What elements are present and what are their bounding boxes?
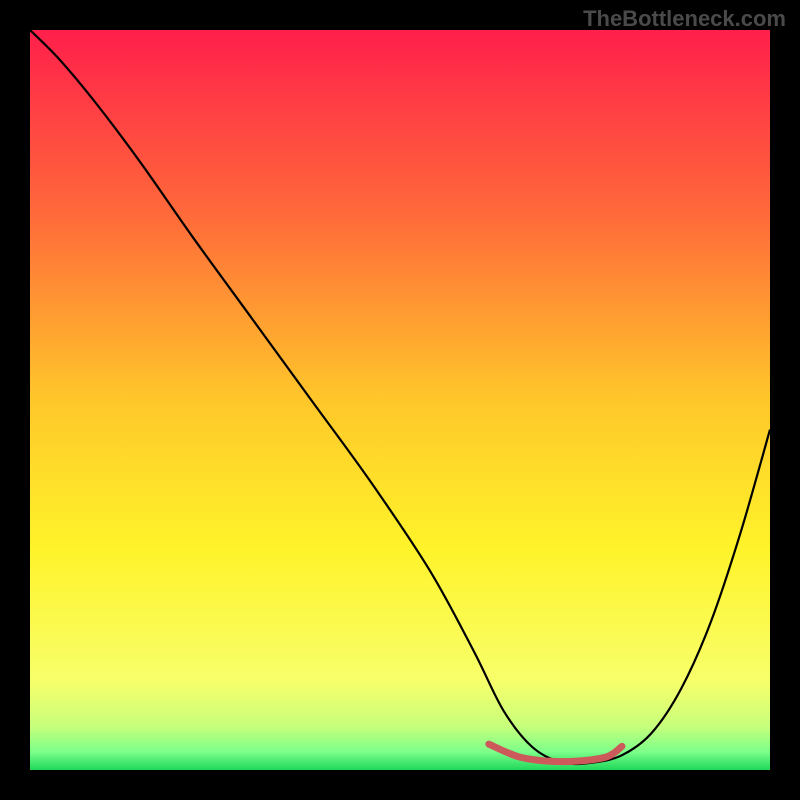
watermark-text: TheBottleneck.com — [583, 6, 786, 32]
chart-stage: TheBottleneck.com — [0, 0, 800, 800]
plot-area — [30, 30, 770, 770]
chart-svg — [30, 30, 770, 770]
chart-background — [30, 30, 770, 770]
